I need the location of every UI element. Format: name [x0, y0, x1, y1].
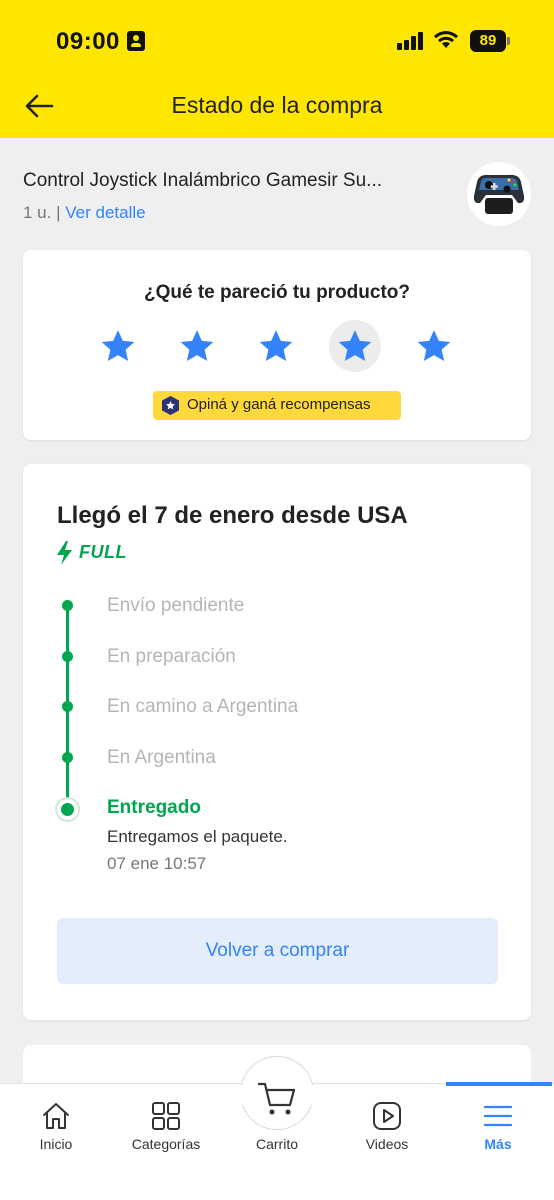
nav-videos[interactable]: Videos — [332, 1084, 442, 1184]
home-icon — [43, 1103, 69, 1129]
buy-again-button[interactable]: Volver a comprar — [57, 918, 498, 984]
step-pending: Envío pendiente — [107, 595, 245, 616]
star-1[interactable] — [92, 320, 144, 372]
nav-categories-icon-wrap — [111, 1100, 221, 1132]
timeline-dot — [62, 651, 73, 662]
star-5[interactable] — [408, 320, 460, 372]
timeline-current-dot — [55, 797, 80, 822]
video-play-icon — [373, 1102, 401, 1130]
product-image[interactable] — [467, 162, 531, 226]
cart-icon — [257, 1082, 296, 1115]
star-2[interactable] — [171, 320, 223, 372]
delivery-title: Llegó el 7 de enero desde USA — [57, 502, 408, 529]
star-icon — [417, 330, 451, 361]
nav-home[interactable]: Inicio — [1, 1084, 111, 1184]
product-name: Control Joystick Inalámbrico Gamesir Su.… — [23, 170, 383, 191]
nav-videos-label: Videos — [365, 1136, 409, 1152]
battery-indicator: 89 — [470, 30, 510, 52]
nav-more-label: Más — [484, 1136, 512, 1152]
star-icon — [101, 330, 135, 361]
step-in-country: En Argentina — [107, 747, 216, 768]
shipment-tracking-card: Llegó el 7 de enero desde USA FULL Envío… — [23, 464, 531, 1020]
delivered-timestamp: 07 ene 10:57 — [107, 854, 207, 873]
nav-categories[interactable]: Categorías — [111, 1084, 221, 1184]
timeline-dot — [62, 600, 73, 611]
product-summary[interactable]: Control Joystick Inalámbrico Gamesir Su.… — [0, 138, 554, 238]
menu-icon — [483, 1105, 513, 1127]
product-meta: 1 u. | Ver detalle — [23, 203, 146, 223]
nav-cart[interactable]: Carrito — [222, 1082, 332, 1184]
step-delivered: Entregado — [107, 797, 201, 818]
gamepad-image — [473, 174, 525, 214]
nav-more[interactable]: Más — [443, 1084, 553, 1184]
meta-separator: | — [56, 203, 61, 222]
timeline-dot — [62, 701, 73, 712]
star-icon — [180, 330, 214, 361]
lightning-icon — [57, 541, 72, 565]
signal-icon — [397, 32, 425, 50]
nav-categories-label: Categorías — [131, 1136, 201, 1152]
nav-cart-icon-wrap — [222, 1076, 332, 1120]
rewards-badge[interactable]: Opiná y ganá recompensas — [153, 391, 401, 420]
nav-cart-label: Carrito — [255, 1136, 298, 1152]
rating-card: ¿Qué te pareció tu producto? Opiná y gan… — [23, 250, 531, 440]
nav-videos-icon-wrap — [332, 1100, 442, 1132]
step-in-transit: En camino a Argentina — [107, 696, 299, 717]
star-icon — [259, 330, 293, 361]
wifi-icon — [434, 31, 458, 48]
status-time: 09:00 — [56, 28, 120, 55]
star-icon — [338, 330, 372, 361]
app-header: 09:00 89 Estado de la compra — [0, 0, 554, 138]
star-3[interactable] — [250, 320, 302, 372]
rating-question: ¿Qué te pareció tu producto? — [143, 282, 410, 303]
contact-card-icon — [127, 31, 145, 51]
nav-home-label: Inicio — [39, 1136, 73, 1152]
step-preparation: En preparación — [107, 646, 236, 667]
nav-more-icon-wrap — [443, 1100, 553, 1132]
rewards-label: Opiná y ganá recompensas — [187, 396, 371, 413]
star-rating — [23, 320, 531, 376]
view-detail-link[interactable]: Ver detalle — [65, 203, 145, 222]
nav-home-icon-wrap — [1, 1100, 111, 1132]
delivered-detail: Entregamos el paquete. — [107, 827, 288, 846]
grid-icon — [152, 1102, 180, 1130]
status-bar: 09:00 89 — [0, 0, 554, 80]
product-quantity: 1 u. — [23, 203, 52, 222]
rewards-shield-icon — [162, 396, 179, 415]
timeline-dot — [62, 752, 73, 763]
full-label: FULL — [79, 542, 127, 562]
star-4[interactable] — [329, 320, 381, 372]
page-title: Estado de la compra — [171, 92, 383, 118]
bottom-navigation: Inicio Categorías Carrito Videos Más — [0, 1056, 554, 1200]
